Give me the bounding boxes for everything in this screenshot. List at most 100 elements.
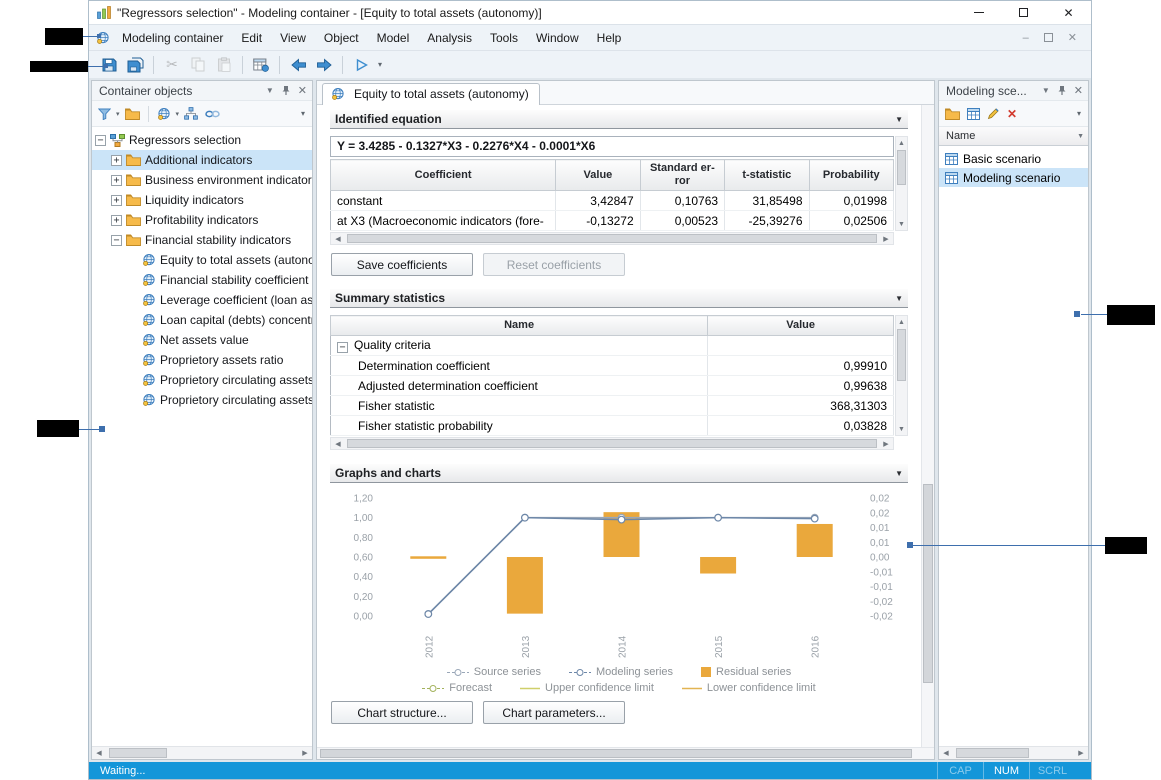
equation-vertical-scrollbar[interactable]: ▲ ▼ [895,136,908,231]
scrollbar-thumb[interactable] [320,749,912,758]
collapse-section-icon[interactable]: ▼ [895,115,903,124]
summary-statistics-header[interactable]: Summary statistics ▼ [330,289,908,308]
scenario-item-basic-scenario[interactable]: Basic scenario [939,149,1088,168]
summary-row[interactable]: Determination coefficient0,99910 [331,356,894,376]
collapse-icon[interactable]: − [337,342,348,353]
copy-button[interactable] [186,53,210,77]
toolbar-overflow-icon[interactable]: ▾ [301,109,308,118]
paste-button[interactable] [212,53,236,77]
tree-item-financial-stability-coefficient[interactable]: Financial stability coefficient [92,270,312,290]
filter-dropdown-icon[interactable]: ▾ [116,110,120,118]
scroll-down-button[interactable]: ▼ [896,423,907,435]
toolbar-overflow-icon[interactable]: ▾ [1077,109,1084,118]
pin-icon[interactable] [281,85,291,96]
scrollbar-thumb[interactable] [923,484,933,683]
coefficient-row[interactable]: constant3,428470,1076331,854980,01998 [331,191,894,211]
expand-icon[interactable]: + [111,215,122,226]
scroll-left-button[interactable]: ◀ [92,747,106,759]
pin-icon[interactable] [1057,85,1067,96]
collapse-section-icon[interactable]: ▼ [895,294,903,303]
collapse-icon[interactable]: − [111,235,122,246]
close-panel-icon[interactable]: ✕ [298,84,307,97]
scenario-name-column-header[interactable]: Name ▼ [939,127,1088,146]
column-header-t-statistic[interactable]: t-statistic [725,160,809,191]
column-header-coefficient[interactable]: Coefficient [331,160,556,191]
panel-menu-icon[interactable]: ▼ [266,86,274,95]
equation-display[interactable]: Y = 3.4285 - 0.1327*X3 - 0.2276*X4 - 0.0… [330,136,894,157]
tree-item-business-environment-indicators[interactable]: +Business environment indicators [92,170,312,190]
right-panel-scrollbar[interactable]: ◀ ▶ [939,746,1088,759]
cut-button[interactable]: ✂ [160,53,184,77]
scrollbar-thumb[interactable] [897,329,906,381]
tree-item-regressors-selection[interactable]: −Regressors selection [92,130,312,150]
scrollbar-thumb[interactable] [109,748,167,758]
save-all-button[interactable] [123,53,147,77]
scrollbar-thumb[interactable] [347,234,877,243]
scrollbar-thumb[interactable] [897,150,906,185]
panel-menu-icon[interactable]: ▼ [1042,86,1050,95]
menu-view[interactable]: View [271,27,315,49]
tree-item-additional-indicators[interactable]: +Additional indicators [92,150,312,170]
filter-button[interactable] [96,103,113,125]
summary-column-name[interactable]: Name [331,316,708,336]
tree-item-equity-to-total-assets-autono[interactable]: Equity to total assets (autono [92,250,312,270]
menu-help[interactable]: Help [588,27,631,49]
tree-item-liquidity-indicators[interactable]: +Liquidity indicators [92,190,312,210]
menu-object[interactable]: Object [315,27,368,49]
mdi-minimize-button[interactable]: – [1023,32,1029,44]
summary-column-value[interactable]: Value [708,316,894,336]
scrollbar-thumb[interactable] [347,439,877,448]
tree-item-proprietory-circulating-assets[interactable]: Proprietory circulating assets [92,390,312,410]
maximize-button[interactable] [1001,1,1046,24]
minimize-button[interactable] [956,1,1001,24]
scroll-up-button[interactable]: ▲ [896,137,907,149]
edit-scenario-button[interactable] [985,103,1002,125]
forward-button[interactable] [312,53,336,77]
scroll-right-button[interactable]: ▶ [879,438,893,449]
mdi-restore-button[interactable] [1044,33,1053,42]
run-dropdown[interactable]: ▾ [375,60,385,69]
create-scenario-button[interactable] [965,103,982,125]
mdi-close-button[interactable]: ✕ [1068,31,1077,44]
delete-scenario-button[interactable]: ✕ [1005,103,1019,125]
close-panel-icon[interactable]: ✕ [1074,84,1083,97]
scroll-left-button[interactable]: ◀ [331,233,345,244]
link-button[interactable] [203,103,222,125]
menu-tools[interactable]: Tools [481,27,527,49]
scroll-right-button[interactable]: ▶ [879,233,893,244]
column-dropdown-icon[interactable]: ▼ [1077,133,1084,140]
menu-modeling-container[interactable]: Modeling container [113,27,232,49]
expand-icon[interactable]: + [111,155,122,166]
properties-grid-button[interactable] [249,53,273,77]
menu-analysis[interactable]: Analysis [418,27,481,49]
close-button[interactable]: ✕ [1046,1,1091,24]
column-header-standard-er-ror[interactable]: Standard er- ror [640,160,724,191]
main-vertical-scrollbar[interactable] [921,105,934,747]
summary-row[interactable]: Adjusted determination coefficient0,9963… [331,376,894,396]
reset-coefficients-button[interactable]: Reset coefficients [483,253,625,276]
coefficient-row[interactable]: at X3 (Macroeconomic indicators (fore--0… [331,211,894,231]
scenario-folder-button[interactable] [943,103,962,125]
tree-item-proprietory-circulating-assets[interactable]: Proprietory circulating assets [92,370,312,390]
chart-parameters-button[interactable]: Chart parameters... [483,701,625,724]
run-button[interactable] [349,53,373,77]
expand-icon[interactable]: + [111,195,122,206]
metamodel-button[interactable] [182,103,200,125]
scroll-up-button[interactable]: ▲ [896,316,907,328]
column-header-value[interactable]: Value [556,160,640,191]
main-horizontal-scrollbar[interactable] [317,747,934,759]
menu-model[interactable]: Model [368,27,419,49]
left-panel-scrollbar[interactable]: ◀ ▶ [92,746,312,759]
tree-item-leverage-coefficient-loan-ass[interactable]: Leverage coefficient (loan ass [92,290,312,310]
menu-window[interactable]: Window [527,27,588,49]
save-coefficients-button[interactable]: Save coefficients [331,253,473,276]
expand-icon[interactable]: + [111,175,122,186]
back-button[interactable] [286,53,310,77]
identified-equation-header[interactable]: Identified equation ▼ [330,110,908,129]
create-model-button[interactable] [155,103,173,125]
menu-edit[interactable]: Edit [232,27,271,49]
scroll-right-button[interactable]: ▶ [298,747,312,759]
tree-item-net-assets-value[interactable]: Net assets value [92,330,312,350]
tree-item-proprietory-assets-ratio[interactable]: Proprietory assets ratio [92,350,312,370]
create-model-dropdown-icon[interactable]: ▾ [176,110,180,118]
